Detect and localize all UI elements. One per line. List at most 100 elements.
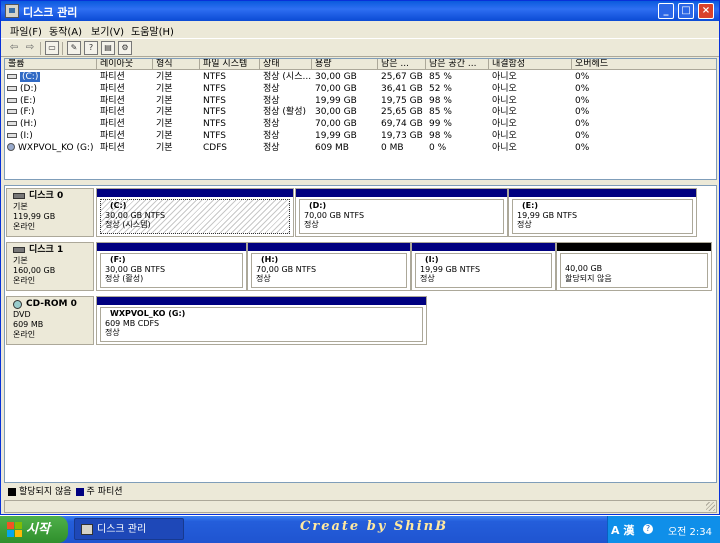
column-header[interactable]: 형식 [153, 59, 200, 70]
menu-file[interactable]: 파일(F) [10, 23, 42, 38]
volume-icon [7, 74, 17, 79]
column-header[interactable]: 상태 [260, 59, 312, 70]
partition-status: 정상 [420, 274, 435, 283]
column-header[interactable]: 오버헤드 [572, 59, 716, 70]
disk-title: 디스크 1 [13, 245, 93, 255]
volume-overhead-cell: 0% [575, 142, 590, 153]
disk-label[interactable]: CD-ROM 0 DVD 609 MB 온라인 [6, 296, 94, 345]
partition-status: 정상 [256, 274, 271, 283]
volume-fault-cell: 아니오 [492, 119, 517, 130]
volume-status-cell: 정상 [263, 83, 280, 94]
volume-row[interactable]: (H:) 파티션 기본 NTFS 정상 70,00 GB 69,74 GB 99 % 아니오 0% [5, 118, 716, 130]
legend-label: 주 파티션 [86, 487, 123, 497]
forward-arrow-icon[interactable]: ⇨ [23, 41, 37, 55]
taskbar: 시작 디스크 관리 Create by ShinB A 漢 ? 오전 2:34 [0, 516, 720, 543]
volume-overhead-cell: 0% [575, 107, 590, 118]
partition-block[interactable]: (D:) 70,00 GB NTFS 정상 [295, 188, 508, 237]
volume-row[interactable]: (D:) 파티션 기본 NTFS 정상 70,00 GB 36,41 GB 52 % 아니오 0% [5, 83, 716, 95]
partition-type-bar [557, 243, 711, 251]
ime-indicator[interactable]: A 漢 [611, 522, 634, 538]
partition-block[interactable]: WXPVOL_KO (G:) 609 MB CDFS 정상 [96, 296, 427, 345]
volume-name: (F:) [20, 107, 35, 118]
volume-row[interactable]: (C:) 파티션 기본 NTFS 정상 (시스... 30,00 GB 25,67 GB 85… [5, 71, 716, 83]
disk-state: 온라인 [13, 330, 36, 339]
volume-row[interactable]: (F:) 파티션 기본 NTFS 정상 (활성) 30,00 GB 25,65 GB 85 %… [5, 106, 716, 118]
volume-row[interactable]: (E:) 파티션 기본 NTFS 정상 19,99 GB 19,75 GB 98 % 아니오 0% [5, 95, 716, 107]
system-tray: A 漢 ? 오전 2:34 [607, 516, 720, 543]
partition-block[interactable]: (I:) 19,99 GB NTFS 정상 [411, 242, 556, 291]
menu-action[interactable]: 동작(A) [49, 23, 82, 38]
partition-block[interactable]: (H:) 70,00 GB NTFS 정상 [247, 242, 411, 291]
start-button[interactable]: 시작 [0, 516, 68, 543]
console-tree-icon[interactable]: ▭ [45, 41, 59, 55]
properties-icon[interactable]: ✎ [67, 41, 81, 55]
resize-grip[interactable] [706, 502, 715, 511]
volume-pct-cell: 99 % [429, 119, 452, 130]
partition-block[interactable]: (E:) 19,99 GB NTFS 정상 [508, 188, 697, 237]
column-header[interactable]: 레이아웃 [97, 59, 153, 70]
disk-row: CD-ROM 0 DVD 609 MB 온라인 WXPVOL_KO (G:) 609 MB… [6, 296, 716, 345]
disk-label[interactable]: 디스크 1 기본 160,00 GB 온라인 [6, 242, 94, 291]
title-bar[interactable]: 디스크 관리 _ □ × [1, 1, 719, 21]
partition-name: (E:) [522, 201, 538, 210]
volume-free-cell: 19,73 GB [381, 131, 423, 141]
volume-layout-cell: 파티션 [100, 95, 125, 106]
export-icon[interactable]: ▤ [101, 41, 115, 55]
volume-name-cell: (D:) [7, 83, 95, 95]
menu-help[interactable]: 도움말(H) [131, 23, 174, 38]
partition-size: 19,99 GB NTFS [420, 264, 481, 274]
partition-info: (D:) 70,00 GB NTFS 정상 [299, 199, 504, 234]
partition-block[interactable]: (C:) 30,00 GB NTFS 정상 (시스템) [96, 188, 294, 237]
volume-pct-cell: 98 % [429, 95, 452, 106]
disk-row: 디스크 1 기본 160,00 GB 온라인 (F:) 30,00 GB NTFS 정상 (… [6, 242, 716, 291]
disk-size: 609 MB [13, 320, 44, 329]
volume-fault-cell: 아니오 [492, 107, 517, 118]
partition-type-bar [97, 243, 246, 251]
volume-icon [7, 97, 17, 103]
volume-name: WXPVOL_KO (G:) [18, 142, 94, 153]
volume-overhead-cell: 0% [575, 95, 590, 106]
back-arrow-icon[interactable]: ⇦ [7, 41, 21, 55]
column-header[interactable]: 파일 시스템 [200, 59, 260, 70]
settings-icon[interactable]: ⚙ [118, 41, 132, 55]
close-button[interactable]: × [698, 3, 714, 19]
disk-row: 디스크 0 기본 119,99 GB 온라인 (C:) 30,00 GB NTFS 정상 (… [6, 188, 716, 237]
disk-label[interactable]: 디스크 0 기본 119,99 GB 온라인 [6, 188, 94, 237]
taskbar-button-disk-management[interactable]: 디스크 관리 [74, 518, 184, 540]
maximize-button[interactable]: □ [678, 3, 694, 19]
unallocated-space[interactable]: 40,00 GB 할당되지 않음 [556, 242, 712, 291]
partition-size: 70,00 GB NTFS [304, 210, 365, 220]
volume-name: (E:) [20, 95, 36, 106]
legend-label: 할당되지 않음 [19, 487, 72, 497]
disk-graphical-view: 디스크 0 기본 119,99 GB 온라인 (C:) 30,00 GB NTFS 정상 (… [4, 185, 717, 483]
partition-size: 30,00 GB NTFS [105, 264, 166, 274]
volume-type-cell: 기본 [156, 119, 173, 130]
volume-row[interactable]: (I:) 파티션 기본 NTFS 정상 19,99 GB 19,73 GB 98 % 아니오 0% [5, 130, 716, 142]
toolbar-separator [40, 42, 41, 55]
volume-fs-cell: NTFS [203, 83, 226, 94]
disk-state: 온라인 [13, 222, 36, 231]
volume-row[interactable]: WXPVOL_KO (G:) 파티션 기본 CDFS 정상 609 MB 0 MB 0 % 아니… [5, 142, 716, 154]
column-header[interactable]: 남은 공간 ... [426, 59, 489, 70]
partition-name: (D:) [309, 201, 327, 210]
partition-status: 할당되지 않음 [565, 273, 612, 283]
column-header[interactable]: 볼륨 [5, 59, 97, 70]
disk-management-app-icon [81, 524, 93, 535]
menu-bar: 파일(F) 동작(A) 보기(V) 도움말(H) [1, 21, 719, 38]
volume-pct-cell: 0 % [429, 142, 447, 153]
help-icon[interactable]: ? [84, 41, 98, 55]
column-header[interactable]: 용량 [312, 59, 378, 70]
column-header[interactable]: 내결함성 [489, 59, 572, 70]
legend-bar: 할당되지 않음 주 파티션 [4, 485, 717, 499]
volume-status-cell: 정상 [263, 131, 280, 141]
partition-block[interactable]: (F:) 30,00 GB NTFS 정상 (활성) [96, 242, 247, 291]
volume-icon [7, 85, 17, 91]
volume-fault-cell: 아니오 [492, 83, 517, 94]
column-header[interactable]: 남은 ... [378, 59, 426, 70]
menu-view[interactable]: 보기(V) [91, 23, 124, 38]
partition-type-bar [412, 243, 555, 251]
help-icon[interactable]: ? [643, 524, 653, 534]
status-bar [4, 500, 717, 513]
minimize-button[interactable]: _ [658, 3, 674, 19]
partition-name: (C:) [110, 201, 127, 210]
